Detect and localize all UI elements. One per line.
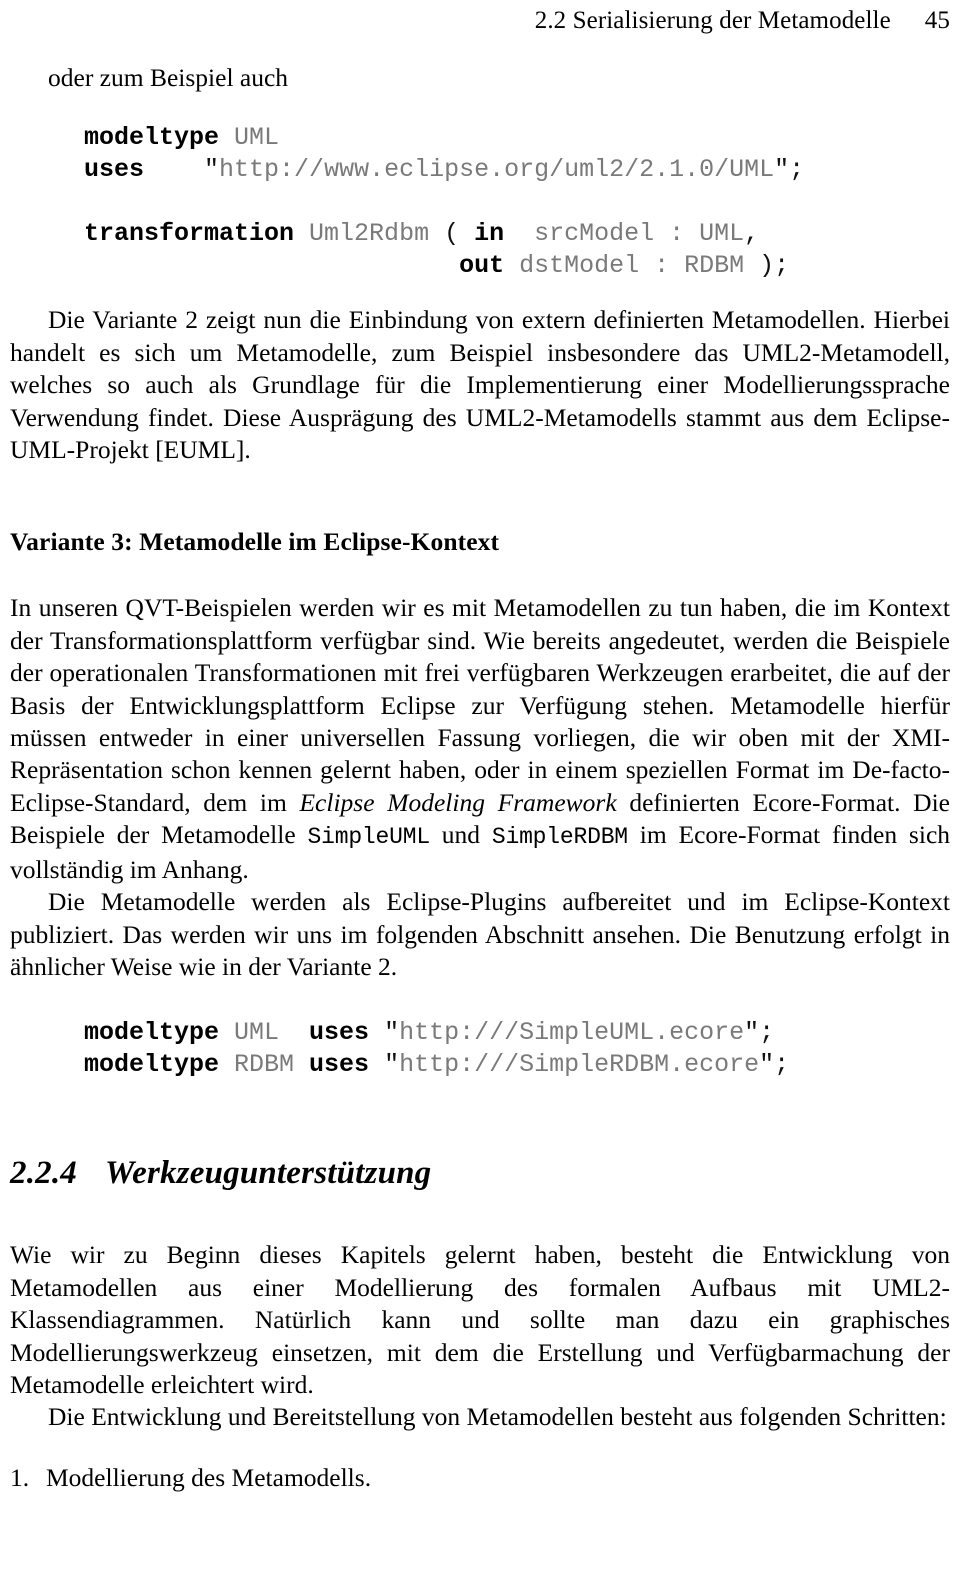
paragraph-schritte: Die Entwicklung und Bereitstellung von M… [48, 1402, 947, 1432]
subheading-variante-3: Variante 3: Metamodelle im Eclipse-Konte… [10, 527, 500, 557]
paragraph-eclipse-kontext: In unseren QVT-Beispielen werden wir es … [10, 592, 950, 886]
list-item: 1. Modellierung des Metamodells. [10, 1462, 950, 1494]
paragraph-eclipse-part1: In unseren QVT-Beispielen werden wir es … [10, 593, 950, 817]
page-number: 45 [924, 7, 950, 34]
section-number: 2.2.4 [10, 1155, 77, 1192]
section-heading: 2.2.4 Werkzeugunterstützung [10, 1153, 950, 1193]
section-title: Werkzeugunterstützung [105, 1155, 432, 1192]
paragraph-variante2: Die Variante 2 zeigt nun die Einbindung … [10, 305, 950, 465]
page-content: oder zum Beispiel auch modeltype UML use… [10, 62, 950, 1494]
running-head: 2.2 Serialisierung der Metamodelle 45 [10, 6, 950, 40]
code-inline-simpleuml: SimpleUML [307, 824, 431, 851]
steps-list: 1. Modellierung des Metamodells. [10, 1462, 950, 1494]
intro-line: oder zum Beispiel auch [48, 63, 289, 92]
code-listing-1: modeltype UML uses "http://www.eclipse.o… [84, 123, 805, 281]
list-item-number: 1. [10, 1462, 30, 1492]
code-listing-2-wrapper: modeltype UML uses "http:///SimpleUML.ec… [10, 1017, 950, 1081]
paragraph-werkzeuge: Wie wir zu Beginn dieses Kapitels gelern… [10, 1240, 950, 1399]
paragraph-plugins: Die Metamodelle werden als Eclipse-Plugi… [10, 887, 950, 981]
emphasis-eclipse-modeling-framework: Eclipse Modeling Framework [299, 787, 617, 817]
list-item-label: Modellierung des Metamodells. [46, 1462, 372, 1492]
paragraph-eclipse-part3: und [429, 820, 492, 850]
running-head-title: 2.2 Serialisierung der Metamodelle [534, 7, 891, 34]
code-listing-2: modeltype UML uses "http:///SimpleUML.ec… [84, 1018, 790, 1080]
document-page: 2.2 Serialisierung der Metamodelle 45 od… [0, 0, 960, 1591]
code-listing-1-wrapper: modeltype UML uses "http://www.eclipse.o… [10, 122, 950, 282]
code-inline-simplerdbm: SimpleRDBM [491, 824, 628, 851]
